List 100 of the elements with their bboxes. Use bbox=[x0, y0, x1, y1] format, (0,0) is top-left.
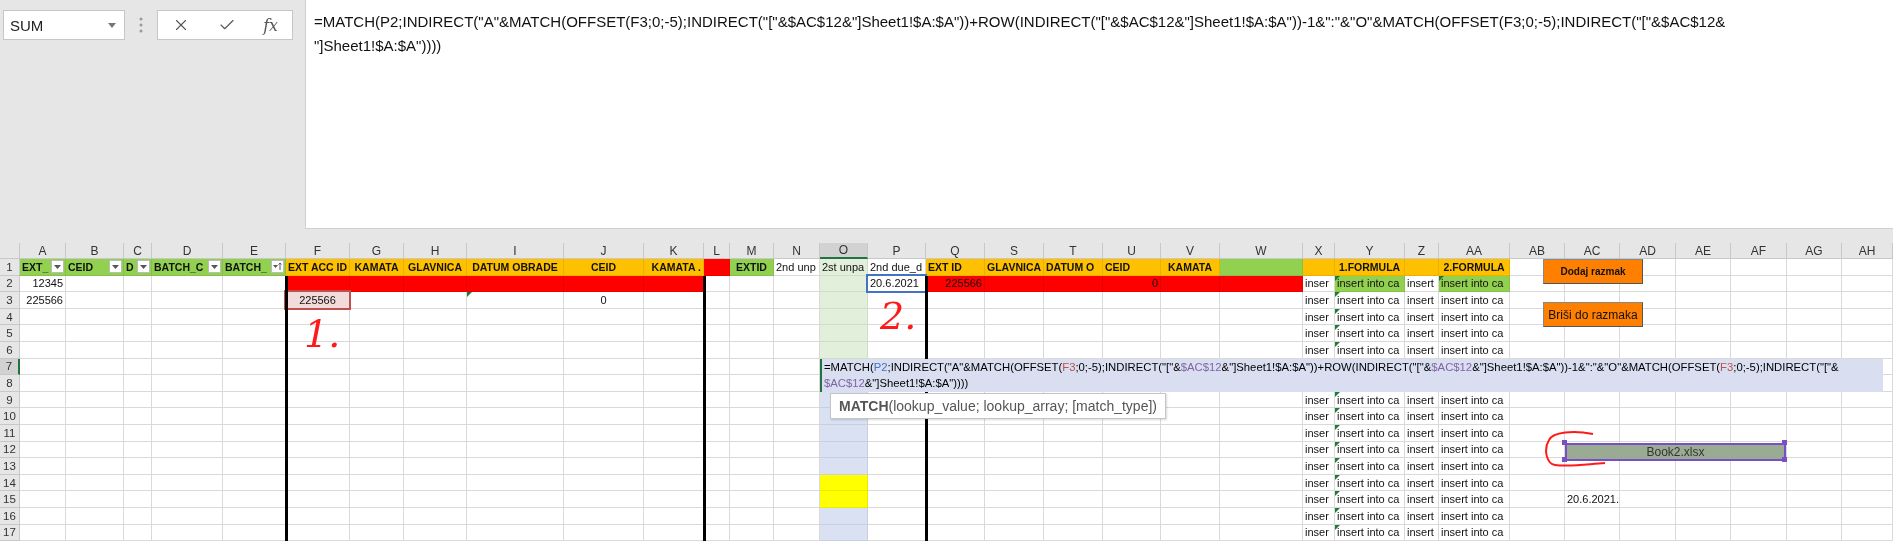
column-header[interactable]: Y bbox=[1335, 243, 1405, 259]
column-header[interactable]: L bbox=[704, 243, 730, 259]
column-header[interactable]: AB bbox=[1510, 243, 1565, 259]
dropdown-icon bbox=[112, 264, 119, 269]
column-header[interactable]: P bbox=[868, 243, 926, 259]
cell-text: D bbox=[126, 260, 134, 273]
column-header[interactable]: B bbox=[66, 243, 124, 259]
filter-button[interactable] bbox=[271, 260, 284, 273]
column-header[interactable]: AF bbox=[1731, 243, 1787, 259]
column-header[interactable]: H bbox=[404, 243, 467, 259]
column-header[interactable]: AC bbox=[1565, 243, 1620, 259]
formula-text: &"]Sheet1!$A:$A"))+ROW(INDIRECT("["& bbox=[1221, 360, 1432, 373]
header-cell: DATUM O bbox=[1044, 259, 1103, 276]
cell-text: EXT_ bbox=[22, 260, 49, 273]
column-header[interactable]: D bbox=[152, 243, 223, 259]
table-cell-text: insert bbox=[1406, 276, 1435, 292]
cell-text: insert into ca bbox=[1337, 327, 1400, 340]
formula-bar[interactable]: =MATCH(P2;INDIRECT("A"&MATCH(OFFSET(F3;0;-5);INDIRECT("["&$AC$12&"]Sheet1!$A:$A"))+ROW(INDIRECT("["&$AC$12&"]Sheet1!$A:$A"))-1&":"&"O"&MATCH(OFFSET(F3;0;-5);INDIRECT("["&$AC$12& "]Sheet1!$A:$A")))) bbox=[305, 0, 1893, 229]
table-cell-text: 0 bbox=[599, 293, 608, 308]
cell-formula-editor[interactable]: =MATCH(P2;INDIRECT("A"&MATCH(OFFSET(F3;0;-5);INDIRECT("["&$AC$12&"]Sheet1!$A:$A"))+ROW(INDIRECT("["&$AC$12&"]Sheet1!$A:$A"))-1&":"&"O"&MATCH(OFFSET(F3;0;-5);INDIRECT("["& $AC$12&"]Sheet1!$A:$A")))) bbox=[820, 358, 1883, 392]
resize-handle[interactable] bbox=[1782, 440, 1787, 445]
table-cell-text: 12345 bbox=[31, 276, 64, 292]
column-header[interactable]: S bbox=[985, 243, 1044, 259]
formula-text: F3 bbox=[1720, 360, 1734, 373]
row-header[interactable]: 13 bbox=[0, 458, 20, 475]
formula-text: =MATCH( bbox=[824, 360, 874, 373]
macro-button[interactable]: Briši do razmaka bbox=[1543, 302, 1643, 327]
row-header[interactable]: 8 bbox=[0, 375, 20, 392]
column-header[interactable]: Q bbox=[926, 243, 985, 259]
column-header[interactable]: AE bbox=[1676, 243, 1731, 259]
column-header[interactable]: AD bbox=[1620, 243, 1676, 259]
file-name-field[interactable]: Book2.xlsx bbox=[1565, 443, 1786, 461]
column-header[interactable]: K bbox=[644, 243, 704, 259]
column-header[interactable]: C bbox=[124, 243, 152, 259]
column-header[interactable]: G bbox=[350, 243, 404, 259]
cell-text: insert into ca bbox=[1337, 493, 1400, 506]
name-box[interactable]: SUM bbox=[3, 10, 125, 40]
insert-function-button[interactable]: fx bbox=[263, 15, 279, 35]
column-header[interactable]: Z bbox=[1405, 243, 1439, 259]
header-cell: KAMATA . bbox=[644, 259, 704, 276]
row-header[interactable]: 10 bbox=[0, 408, 20, 425]
table-cell-text: insert bbox=[1406, 475, 1435, 491]
handwritten-note: 2. bbox=[880, 297, 917, 335]
row-header[interactable]: 1 bbox=[0, 259, 20, 276]
handwritten-note: 1. bbox=[304, 315, 341, 353]
column-header[interactable]: F bbox=[286, 243, 350, 259]
resize-handle[interactable] bbox=[1782, 457, 1787, 462]
dropdown-icon bbox=[108, 22, 116, 28]
column-header[interactable]: E bbox=[223, 243, 286, 259]
column-header[interactable]: J bbox=[564, 243, 644, 259]
row-header[interactable]: 15 bbox=[0, 491, 20, 508]
table-cell-text: insert into ca bbox=[1440, 342, 1505, 358]
table-cell-text: inser bbox=[1304, 309, 1330, 325]
filter-button[interactable] bbox=[137, 260, 150, 273]
column-header[interactable]: AG bbox=[1787, 243, 1842, 259]
filter-button[interactable] bbox=[109, 260, 122, 273]
header-cell: KAMATA bbox=[1161, 259, 1220, 276]
column-header[interactable]: A bbox=[20, 243, 66, 259]
table-cell-text: inser bbox=[1304, 342, 1330, 358]
header-cell: GLAVNICA bbox=[404, 259, 467, 276]
table-cell-text: inser bbox=[1304, 492, 1330, 508]
filter-button[interactable] bbox=[51, 260, 64, 273]
column-header[interactable]: W bbox=[1220, 243, 1303, 259]
table-cell-text: insert bbox=[1406, 492, 1435, 508]
column-header[interactable]: T bbox=[1044, 243, 1103, 259]
column-header[interactable]: I bbox=[467, 243, 564, 259]
cell-text: insert into ca bbox=[1337, 509, 1400, 522]
table-cell-text: insert into ca bbox=[1440, 326, 1505, 342]
table-cell-text: inser bbox=[1304, 326, 1330, 342]
header-cell: 2st unpa bbox=[820, 259, 868, 276]
column-header[interactable]: N bbox=[774, 243, 820, 259]
column-header[interactable]: AH bbox=[1842, 243, 1893, 259]
header-cell: EXT ACC ID bbox=[286, 259, 350, 276]
column-header[interactable]: M bbox=[730, 243, 774, 259]
cell-text: insert into ca bbox=[1441, 277, 1504, 290]
column-header[interactable]: O bbox=[820, 243, 868, 259]
resize-handle[interactable] bbox=[1562, 457, 1567, 462]
cell-text: CEID bbox=[68, 260, 94, 273]
function-tooltip: MATCH(lookup_value; lookup_array; [match_type]) bbox=[830, 393, 1166, 419]
row-header[interactable]: 5 bbox=[0, 325, 20, 342]
column-header[interactable]: X bbox=[1303, 243, 1335, 259]
table-cell-text: insert into ca bbox=[1440, 293, 1505, 308]
header-cell: EXT ID bbox=[926, 259, 985, 276]
header-cell: CEID bbox=[564, 259, 644, 276]
grip-icon bbox=[139, 17, 143, 33]
formula-text: "]Sheet1!$A:$A")))) bbox=[314, 36, 442, 56]
macro-button[interactable]: Dodaj razmak bbox=[1543, 259, 1643, 284]
table-cell-text: insert into ca bbox=[1440, 525, 1505, 541]
table-cell-text: inser bbox=[1304, 442, 1330, 458]
column-header[interactable]: U bbox=[1103, 243, 1161, 259]
column-header[interactable]: V bbox=[1161, 243, 1220, 259]
table-cell-text: insert bbox=[1406, 425, 1435, 441]
row-header[interactable]: 3 bbox=[0, 292, 20, 309]
formula-text: &"]Sheet1!$A:$A")))) bbox=[864, 377, 969, 390]
filter-button[interactable] bbox=[208, 260, 221, 273]
header-cell: GLAVNICA bbox=[985, 259, 1044, 276]
resize-handle[interactable] bbox=[1562, 440, 1567, 445]
dropdown-icon bbox=[54, 264, 61, 269]
column-header[interactable]: AA bbox=[1439, 243, 1510, 259]
table-cell-text: insert into ca bbox=[1440, 508, 1505, 524]
